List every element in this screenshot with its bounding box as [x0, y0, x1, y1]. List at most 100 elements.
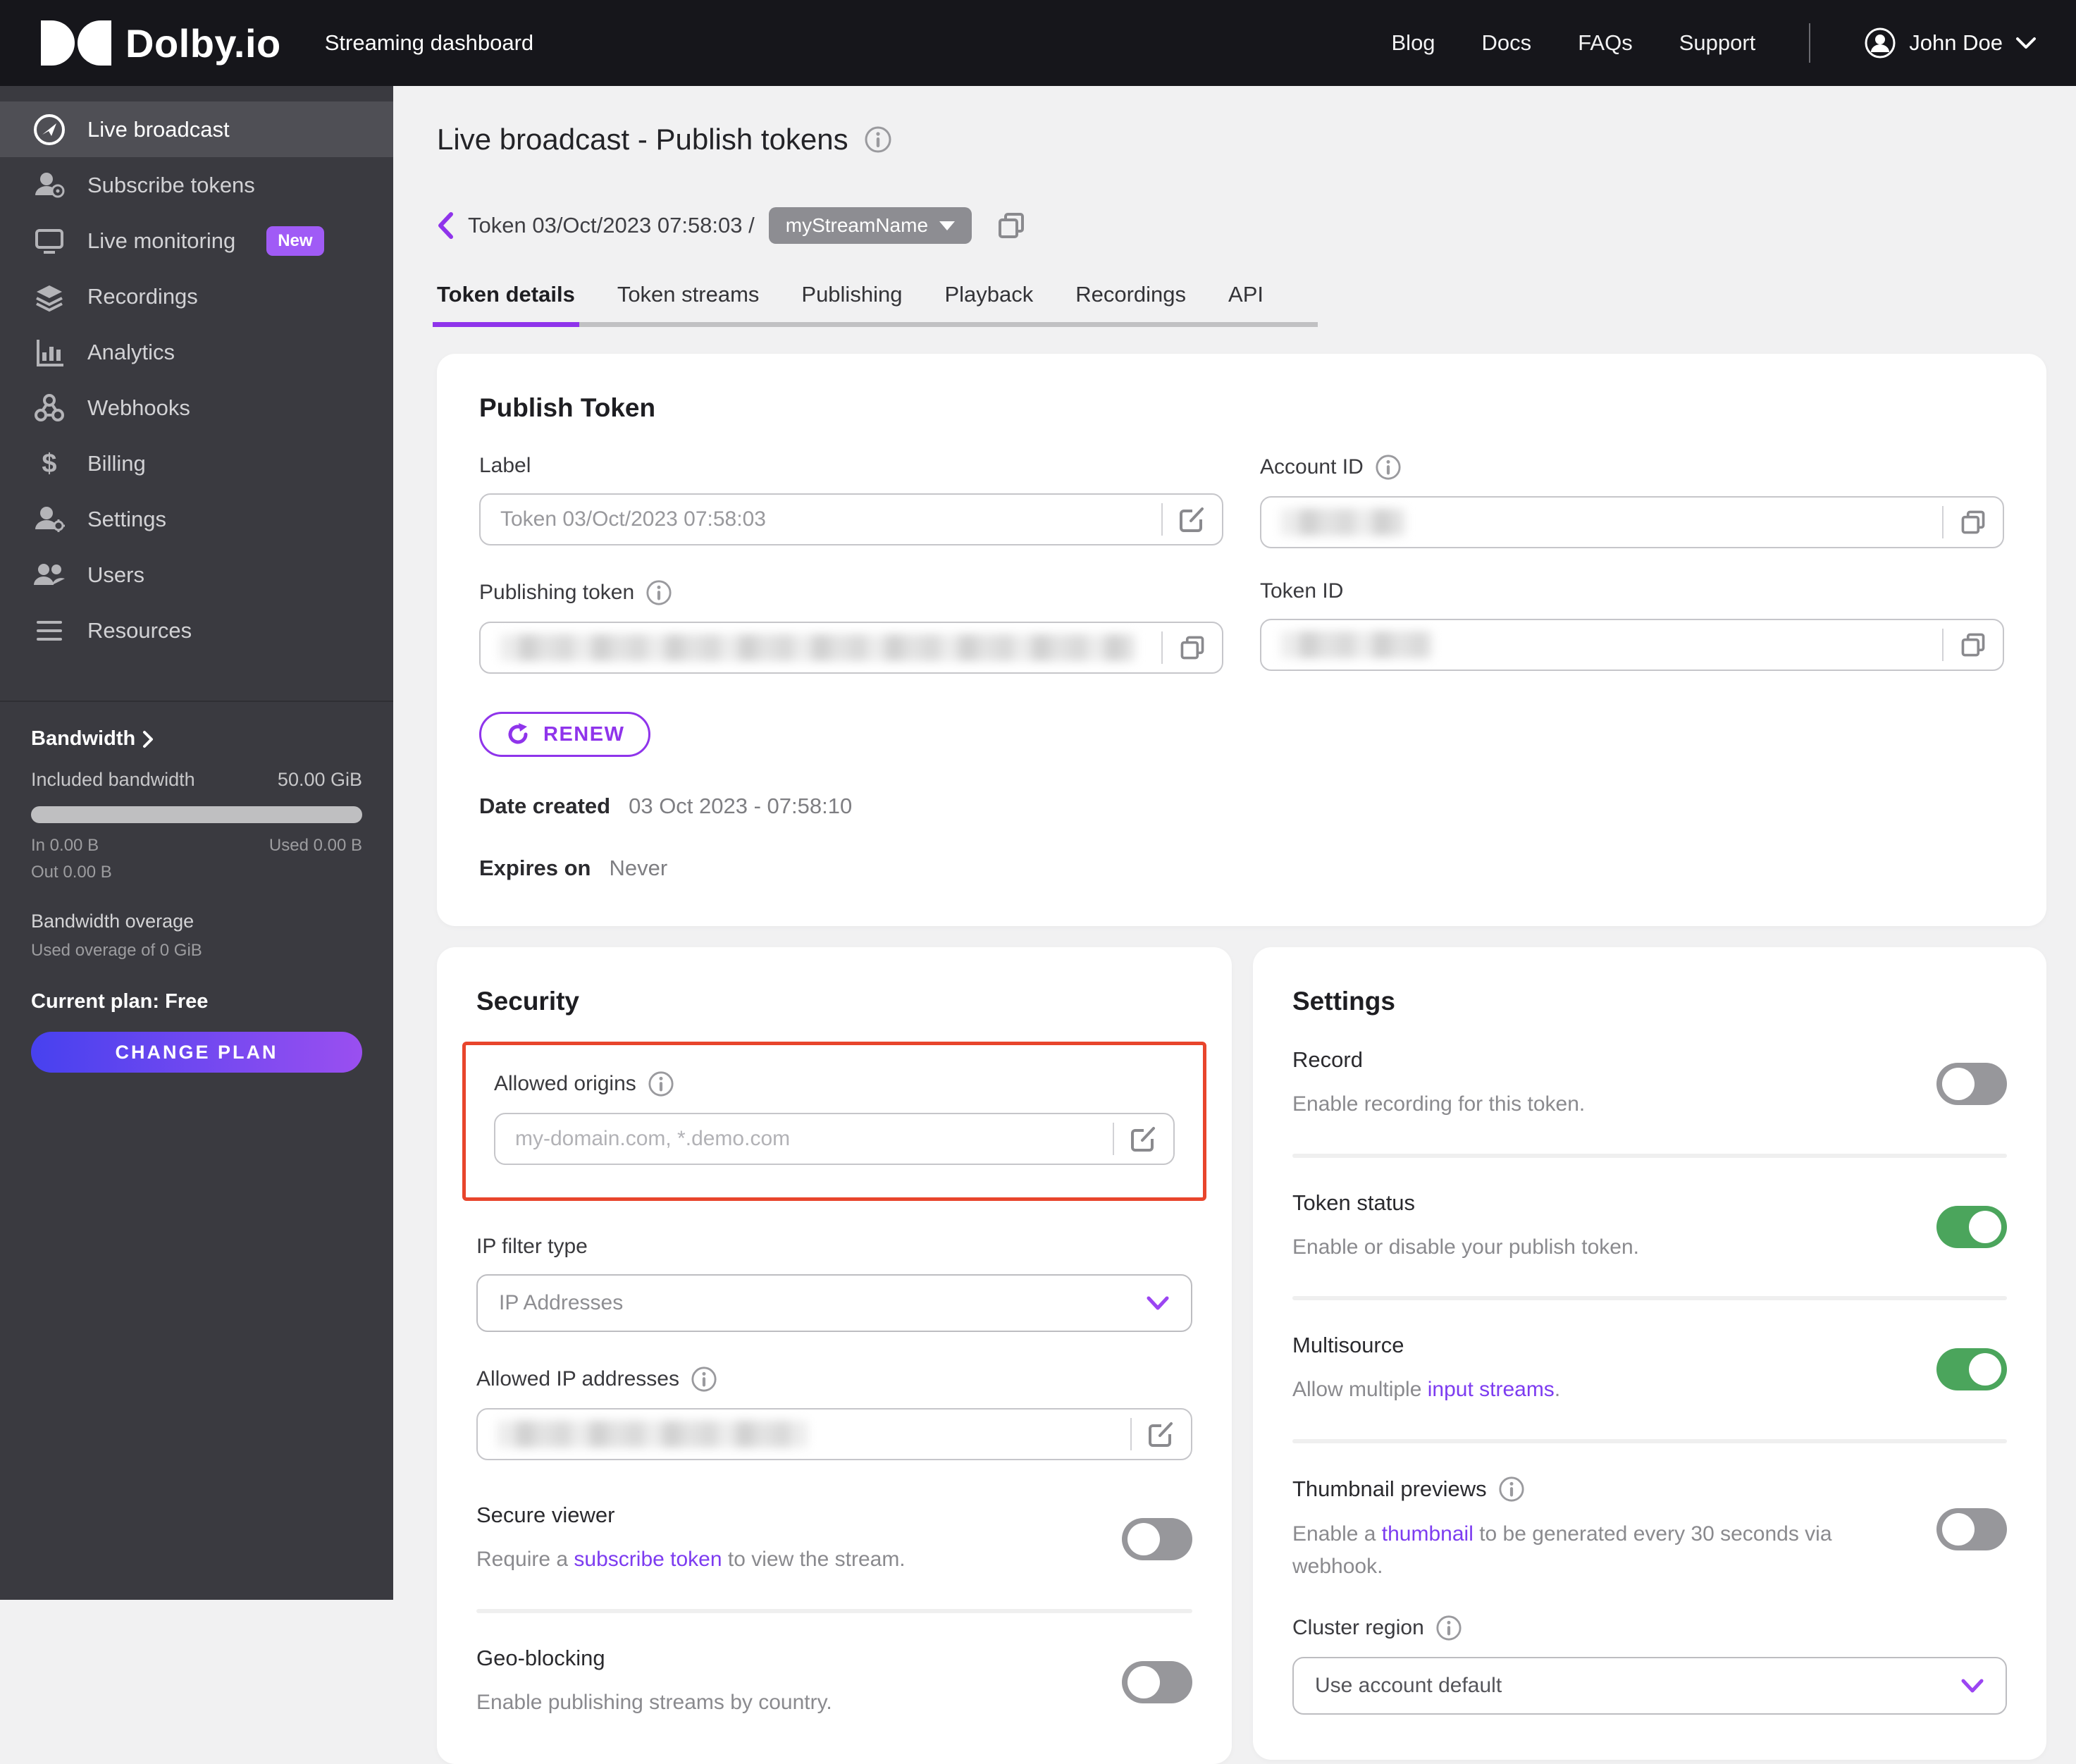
publish-token-heading: Publish Token [479, 393, 656, 422]
token-status-desc: Enable or disable your publish token. [1292, 1235, 1639, 1259]
nav-link-faqs[interactable]: FAQs [1578, 30, 1633, 56]
info-icon[interactable] [1435, 1615, 1462, 1641]
sidebar-item-subscribe-tokens[interactable]: Subscribe tokens [0, 157, 393, 213]
back-chevron-icon[interactable] [437, 211, 454, 240]
copy-icon[interactable] [1163, 634, 1222, 662]
sidebar-item-settings[interactable]: Settings [0, 491, 393, 547]
main-content: Live broadcast - Publish tokens Token 03… [393, 86, 2076, 1764]
stream-name-dropdown[interactable]: myStreamName [768, 207, 972, 244]
settings-heading: Settings [1292, 987, 1395, 1016]
change-plan-button[interactable]: CHANGE PLAN [31, 1032, 362, 1073]
sidebar-item-label: Analytics [87, 339, 175, 364]
record-toggle[interactable] [1936, 1063, 2007, 1106]
publishing-token-input [479, 622, 1223, 674]
dolby-logo[interactable]: Dolby.io [39, 20, 281, 66]
brand-name: Dolby.io [125, 20, 281, 66]
user-name: John Doe [1909, 30, 2003, 55]
billing-icon: $ [32, 447, 66, 481]
sidebar-item-live-monitoring[interactable]: Live monitoring New [0, 213, 393, 269]
account-id-label: Account ID [1260, 455, 1364, 479]
sidebar-item-webhooks[interactable]: Webhooks [0, 380, 393, 436]
copy-icon[interactable] [996, 210, 1027, 241]
record-desc: Enable recording for this token. [1292, 1092, 1586, 1116]
nav-link-blog[interactable]: Blog [1392, 30, 1435, 56]
token-status-label: Token status [1292, 1190, 1416, 1215]
redacted-publishing-token [500, 634, 1135, 661]
expires-on-value: Never [609, 856, 668, 880]
tab-token-streams[interactable]: Token streams [617, 282, 760, 327]
info-icon[interactable] [1498, 1476, 1525, 1503]
dolby-double-d-icon [39, 20, 113, 66]
subscribe-token-link[interactable]: subscribe token [574, 1548, 722, 1571]
ip-filter-type-label: IP filter type [476, 1235, 588, 1258]
sidebar-item-recordings[interactable]: Recordings [0, 269, 393, 324]
edit-icon[interactable] [1132, 1420, 1191, 1448]
tab-publishing[interactable]: Publishing [801, 282, 902, 327]
sidebar-item-resources[interactable]: Resources [0, 603, 393, 658]
sidebar-item-label: Settings [87, 506, 167, 531]
copy-icon[interactable] [1944, 508, 2003, 536]
sidebar-item-label: Billing [87, 450, 146, 476]
settings-icon [32, 502, 66, 536]
token-status-toggle[interactable] [1936, 1205, 2007, 1248]
info-icon[interactable] [1375, 454, 1402, 481]
live-broadcast-icon [32, 113, 66, 147]
info-icon[interactable] [691, 1366, 717, 1393]
edit-icon[interactable] [1163, 505, 1222, 533]
tab-api[interactable]: API [1228, 282, 1263, 327]
user-menu[interactable]: John Doe [1864, 27, 2037, 59]
tab-playback[interactable]: Playback [944, 282, 1033, 327]
bandwidth-overage-value: Used overage of 0 GiB [31, 941, 202, 960]
record-label: Record [1292, 1047, 1363, 1072]
cluster-region-value: Use account default [1315, 1673, 1502, 1697]
bandwidth-link[interactable]: Bandwidth [31, 727, 362, 751]
sidebar-item-users[interactable]: Users [0, 547, 393, 603]
webhooks-icon [32, 391, 66, 425]
thumbnail-desc: Enable a [1292, 1522, 1382, 1546]
label-field-label: Label [479, 454, 531, 477]
bandwidth-progress-bar [31, 806, 362, 823]
divider [1292, 1438, 2007, 1443]
allowed-origins-highlight: Allowed origins [462, 1042, 1206, 1201]
input-streams-link[interactable]: input streams [1428, 1378, 1555, 1401]
secure-viewer-toggle[interactable] [1122, 1518, 1192, 1561]
label-input-field[interactable] [500, 507, 1161, 531]
publish-token-card: Publish Token Label Token 03/Oct/2023 07… [437, 354, 2046, 926]
tab-recordings[interactable]: Recordings [1075, 282, 1186, 327]
secure-viewer-desc: Require a [476, 1548, 574, 1571]
info-icon[interactable] [864, 125, 892, 154]
tab-token-details[interactable]: Token details [433, 282, 579, 327]
thumbnail-link[interactable]: thumbnail [1382, 1522, 1473, 1546]
header-divider [1809, 23, 1811, 63]
bandwidth-out: Out 0.00 B [31, 863, 112, 882]
thumbnail-previews-toggle[interactable] [1936, 1508, 2007, 1550]
allowed-origins-input [494, 1113, 1175, 1165]
edit-icon[interactable] [1114, 1125, 1173, 1153]
thumbnail-previews-label: Thumbnail previews [1292, 1476, 1487, 1501]
info-icon[interactable] [648, 1071, 674, 1097]
sidebar-item-billing[interactable]: $ Billing [0, 436, 393, 491]
redacted-ip-addresses [498, 1421, 808, 1448]
ip-filter-type-select[interactable]: IP Addresses [476, 1274, 1192, 1332]
bandwidth-used: Used 0.00 B [268, 836, 362, 855]
stream-name: myStreamName [785, 214, 929, 236]
nav-link-support[interactable]: Support [1679, 30, 1756, 56]
sidebar-item-live-broadcast[interactable]: Live broadcast [0, 101, 393, 157]
info-icon[interactable] [645, 579, 672, 606]
renew-button[interactable]: RENEW [479, 712, 651, 757]
nav-link-docs[interactable]: Docs [1482, 30, 1532, 56]
analytics-icon [32, 335, 66, 369]
divider [1292, 1153, 2007, 1158]
sidebar-item-label: Resources [87, 617, 192, 643]
allowed-ip-label: Allowed IP addresses [476, 1367, 679, 1390]
tab-bar: Token details Token streams Publishing P… [433, 282, 1318, 327]
cluster-region-select[interactable]: Use account default [1292, 1656, 2007, 1715]
page-title: Live broadcast - Publish tokens [437, 123, 848, 156]
sidebar-item-label: Recordings [87, 283, 198, 309]
sidebar-item-analytics[interactable]: Analytics [0, 324, 393, 380]
geo-blocking-toggle[interactable] [1122, 1660, 1192, 1703]
multisource-toggle[interactable] [1936, 1348, 2007, 1391]
security-card: Security Allowed origins my-domain.com, … [437, 947, 1232, 1764]
allowed-origins-field[interactable] [515, 1127, 1113, 1151]
copy-icon[interactable] [1944, 631, 2003, 659]
